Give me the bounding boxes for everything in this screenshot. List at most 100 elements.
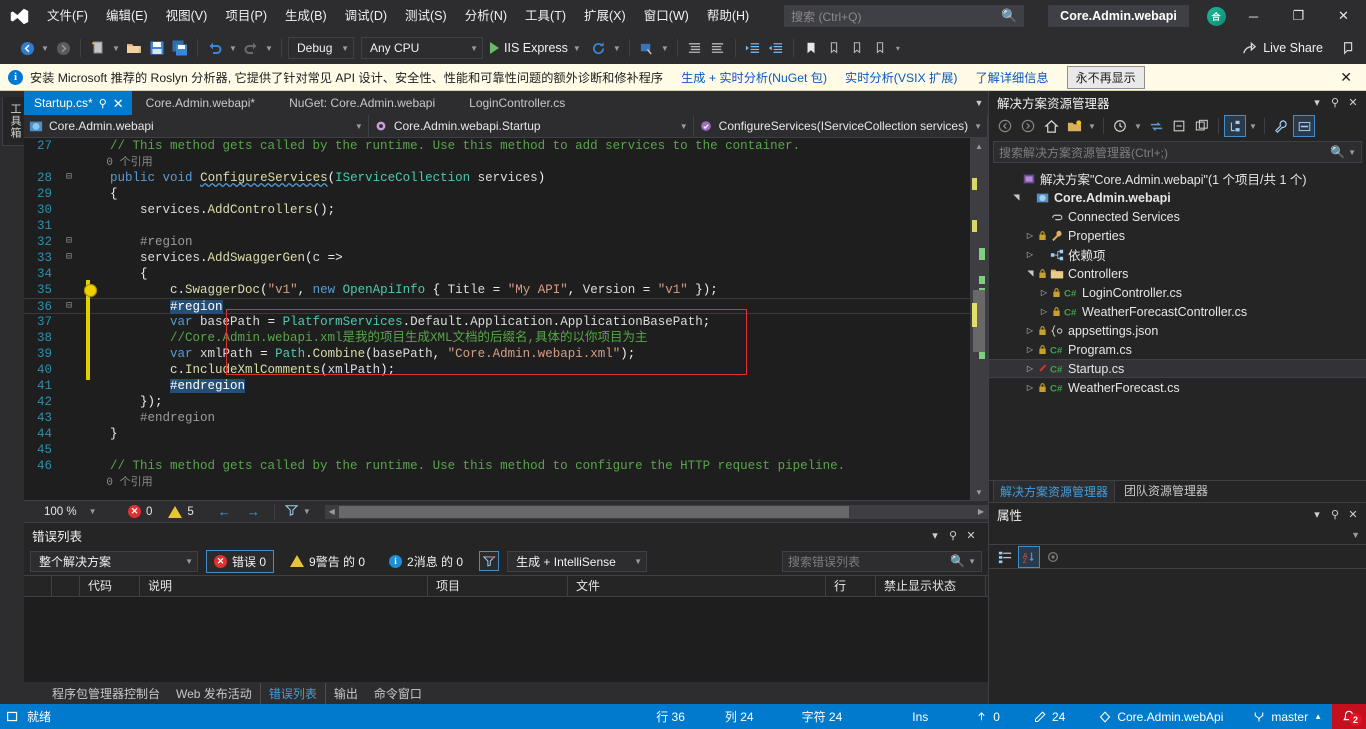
restore-button[interactable]: ❐ <box>1276 0 1321 32</box>
menu-view[interactable]: 视图(V) <box>157 2 217 30</box>
code-line[interactable]: 27 // This method gets called by the run… <box>24 138 970 154</box>
expand-arrow-icon[interactable]: ▷ <box>1037 288 1051 297</box>
search-options-icon[interactable]: ▼ <box>968 557 976 566</box>
comment-icon[interactable] <box>684 36 706 60</box>
se-view-dropdown-icon[interactable]: ▼ <box>1247 114 1259 138</box>
tree-item[interactable]: ▷C#WeatherForecastController.cs <box>989 302 1366 321</box>
tab-nuget[interactable]: NuGet: Core.Admin.webapi <box>263 91 443 115</box>
never-show-again-button[interactable]: 永不再显示 <box>1067 66 1145 89</box>
prev-bookmark-icon[interactable] <box>823 36 845 60</box>
close-tab-icon[interactable]: ✕ <box>113 97 124 110</box>
code-editor[interactable]: 27 // This method gets called by the run… <box>24 138 988 500</box>
start-debug-button[interactable]: IIS Express ▼ <box>484 36 587 60</box>
status-repository[interactable]: Core.Admin.webApi <box>1075 710 1233 724</box>
col-code[interactable]: 代码 <box>80 575 140 597</box>
code-line[interactable]: 40 c.IncludeXmlComments(xmlPath); <box>24 362 970 378</box>
dock-tab-error-list[interactable]: 错误列表 <box>260 683 326 704</box>
outdent-icon[interactable] <box>765 36 787 60</box>
dock-tab-output[interactable]: 输出 <box>326 683 366 704</box>
col-blank-1[interactable] <box>24 575 52 597</box>
undo-dropdown-icon[interactable]: ▼ <box>227 36 239 60</box>
solution-configuration-combo[interactable]: Debug ▼ <box>288 37 354 59</box>
undo-icon[interactable] <box>204 36 226 60</box>
code-line[interactable]: 36⊟ #region <box>24 298 970 314</box>
save-icon[interactable] <box>146 36 168 60</box>
filter-dropdown-icon[interactable]: ▼ <box>303 507 311 516</box>
col-blank-2[interactable] <box>52 575 80 597</box>
se-show-all-icon[interactable] <box>1191 115 1213 137</box>
col-line[interactable]: 行 <box>826 575 876 597</box>
props-alphabetical-icon[interactable]: AZ <box>1018 546 1040 568</box>
col-project[interactable]: 项目 <box>428 575 568 597</box>
expand-arrow-icon[interactable]: ▷ <box>1023 383 1037 392</box>
notification-link-vsix[interactable]: 实时分析(VSIX 扩展) <box>845 68 957 86</box>
code-text-area[interactable]: 27 // This method gets called by the run… <box>24 138 970 500</box>
properties-object-selector[interactable]: ▼ <box>989 525 1366 545</box>
tab-logincontroller-cs[interactable]: LoginController.cs <box>443 91 573 115</box>
se-search-options-icon[interactable]: ▼ <box>1348 148 1356 157</box>
props-close-icon[interactable]: ✕ <box>1344 504 1362 524</box>
props-property-pages-icon[interactable] <box>1042 546 1064 568</box>
previous-issue-icon[interactable]: ← <box>210 504 239 519</box>
tab-startup-cs[interactable]: Startup.cs* ⚲ ✕ <box>24 91 132 115</box>
scroll-up-icon[interactable]: ▲ <box>970 138 988 154</box>
tree-item[interactable]: ▷C#WeatherForecast.cs <box>989 378 1366 397</box>
code-line[interactable]: 37 var basePath = PlatformServices.Defau… <box>24 314 970 330</box>
solution-explorer-search-input[interactable]: 搜索解决方案资源管理器(Ctrl+;) 🔍 ▼ <box>993 141 1362 163</box>
editor-error-count[interactable]: ✕ 0 <box>128 505 152 518</box>
tree-item[interactable]: ▷C#LoginController.cs <box>989 283 1366 302</box>
expand-arrow-icon[interactable]: ▷ <box>1023 250 1037 259</box>
clear-filters-icon[interactable] <box>479 551 499 571</box>
error-filter-icon[interactable] <box>281 504 303 519</box>
close-window-button[interactable]: ✕ <box>1321 0 1366 32</box>
fold-toggle-icon[interactable]: ⊟ <box>62 234 76 250</box>
expand-arrow-icon[interactable]: ▷ <box>1037 307 1051 316</box>
code-line[interactable]: 39 var xmlPath = Path.Combine(basePath, … <box>24 346 970 362</box>
build-intellisense-combo[interactable]: 生成 + IntelliSense ▼ <box>507 551 647 572</box>
se-collapse-all-icon[interactable] <box>1168 115 1190 137</box>
code-line[interactable]: 30 services.AddControllers(); <box>24 202 970 218</box>
menu-help[interactable]: 帮助(H) <box>698 2 758 30</box>
status-pending-push[interactable]: 0 <box>938 710 1010 724</box>
status-pending-changes[interactable]: 24 <box>1010 710 1075 724</box>
props-pin-icon[interactable]: ⚲ <box>1326 504 1344 524</box>
code-line[interactable]: 35 c.SwaggerDoc("v1", new OpenApiInfo { … <box>24 282 970 298</box>
expand-arrow-icon[interactable]: ▷ <box>1023 231 1037 240</box>
dock-tab-command-window[interactable]: 命令窗口 <box>366 683 430 704</box>
save-all-icon[interactable] <box>169 36 191 60</box>
se-menu-icon[interactable]: ▾ <box>1308 92 1326 112</box>
props-categorized-icon[interactable] <box>994 546 1016 568</box>
se-solution-view-icon[interactable] <box>1224 115 1246 137</box>
menu-analyze[interactable]: 分析(N) <box>456 2 516 30</box>
fold-toggle-icon[interactable]: ⊟ <box>62 299 76 313</box>
tree-item[interactable]: ▷appsettings.json <box>989 321 1366 340</box>
expand-arrow-icon[interactable]: ▷ <box>1023 345 1037 354</box>
tree-item[interactable]: ▷依赖项 <box>989 245 1366 264</box>
hot-reload-icon[interactable] <box>588 36 610 60</box>
properties-grid[interactable] <box>989 569 1366 704</box>
se-forward-icon[interactable] <box>1017 115 1039 137</box>
quick-search-input[interactable]: 搜索 (Ctrl+Q) 🔍 <box>784 5 1024 27</box>
menu-file[interactable]: 文件(F) <box>38 2 97 30</box>
code-line[interactable]: 42 }); <box>24 394 970 410</box>
se-close-icon[interactable]: ✕ <box>1344 92 1362 112</box>
navigate-forward-icon[interactable] <box>52 36 74 60</box>
se-back-icon[interactable] <box>994 115 1016 137</box>
col-suppression-state[interactable]: 禁止显示状态 <box>876 575 986 597</box>
fold-toggle-icon[interactable]: ⊟ <box>62 170 76 186</box>
panel-menu-icon[interactable]: ▾ <box>926 525 944 545</box>
fold-toggle-icon[interactable]: ⊟ <box>62 250 76 266</box>
hot-reload-dropdown-icon[interactable]: ▼ <box>611 36 623 60</box>
code-line[interactable]: 0 个引用 <box>24 154 970 170</box>
se-pending-changes-icon[interactable] <box>1109 115 1131 137</box>
solution-platform-combo[interactable]: Any CPU ▼ <box>361 37 483 59</box>
next-bookmark-icon[interactable] <box>846 36 868 60</box>
editor-warning-count[interactable]: 5 <box>168 506 193 518</box>
navbar-member-dropdown[interactable]: ConfigureServices(IServiceCollection ser… <box>694 115 988 137</box>
se-properties-icon[interactable] <box>1270 115 1292 137</box>
se-pending-dropdown-icon[interactable]: ▼ <box>1132 114 1144 138</box>
bookmark-icon[interactable] <box>800 36 822 60</box>
status-branch[interactable]: master ▲ <box>1233 710 1332 724</box>
close-notification-icon[interactable]: ✕ <box>1334 69 1358 86</box>
editor-vertical-scrollbar[interactable]: ▲ ▼ <box>970 138 988 500</box>
